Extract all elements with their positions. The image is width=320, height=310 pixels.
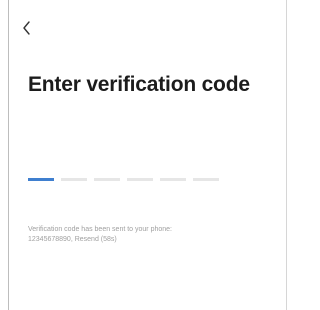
verification-code-input[interactable] xyxy=(28,178,219,181)
resend-link[interactable]: Resend (58s) xyxy=(75,236,117,243)
code-digit-2[interactable] xyxy=(61,178,87,181)
left-border xyxy=(8,0,9,310)
verification-screen: Enter verification code Verification cod… xyxy=(0,0,296,310)
back-button[interactable] xyxy=(19,19,35,37)
page-title: Enter verification code xyxy=(28,73,250,96)
code-digit-4[interactable] xyxy=(127,178,153,181)
code-digit-3[interactable] xyxy=(94,178,120,181)
verification-hint: Verification code has been sent to your … xyxy=(28,225,258,245)
chevron-left-icon xyxy=(22,21,32,35)
right-border xyxy=(286,0,287,310)
code-digit-1[interactable] xyxy=(28,178,54,181)
hint-text: Verification code has been sent to your … xyxy=(28,226,172,233)
phone-number: 12345678890 xyxy=(28,236,71,243)
code-digit-5[interactable] xyxy=(160,178,186,181)
code-digit-6[interactable] xyxy=(193,178,219,181)
